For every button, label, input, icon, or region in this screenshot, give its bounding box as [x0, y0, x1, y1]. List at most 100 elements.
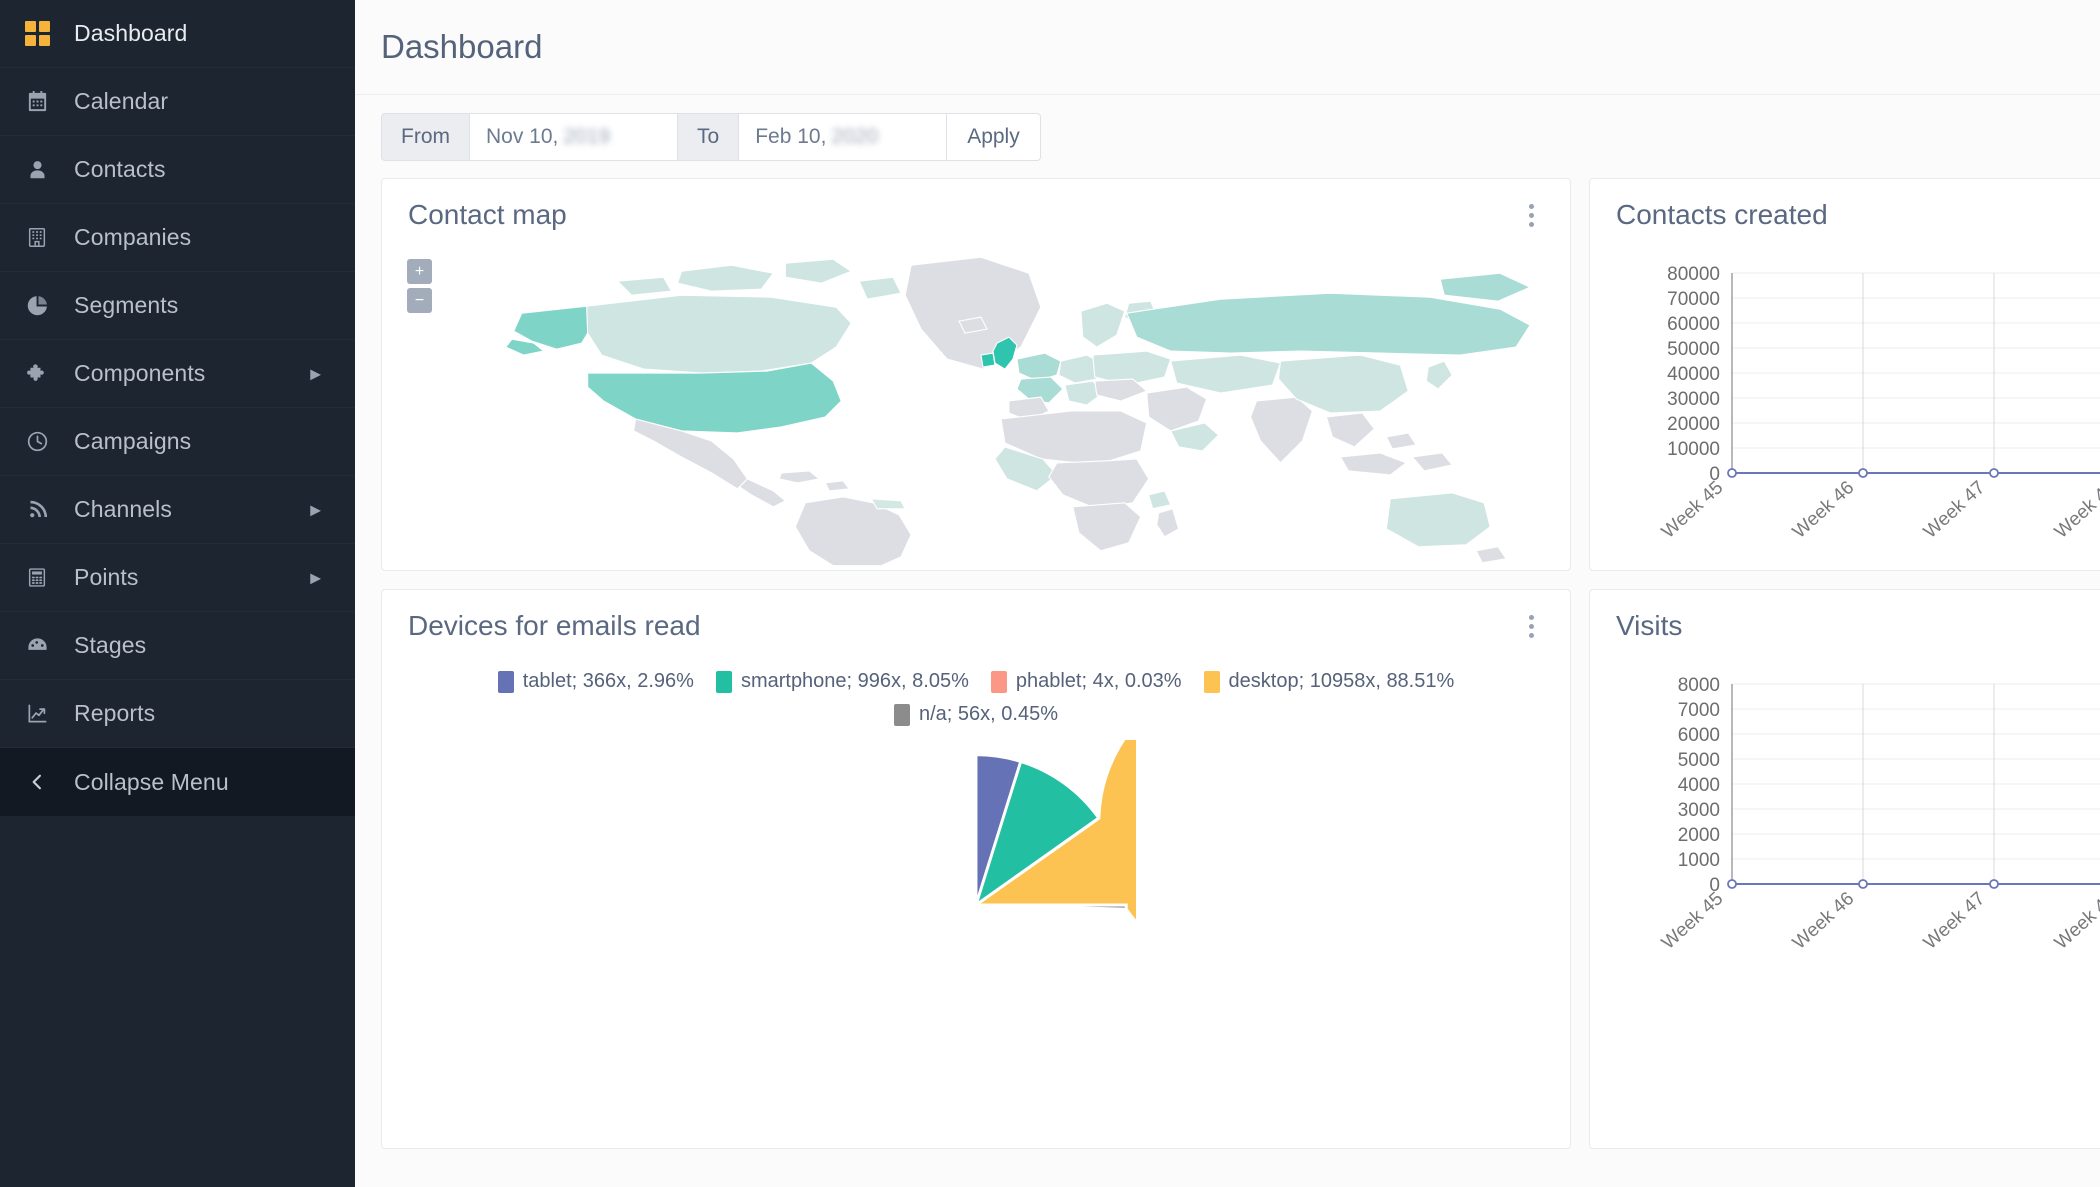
svg-text:4000: 4000: [1678, 775, 1720, 796]
sidebar-item-calendar[interactable]: Calendar: [0, 68, 355, 136]
svg-text:1000: 1000: [1678, 850, 1720, 871]
sidebar-item-segments[interactable]: Segments: [0, 272, 355, 340]
map-zoom-out-button[interactable]: −: [407, 288, 432, 313]
pie-chart-icon: [14, 294, 60, 317]
legend-swatch-tablet: [497, 670, 514, 693]
sidebar-item-label: Campaigns: [74, 428, 192, 454]
collapse-menu-label: Collapse Menu: [74, 768, 229, 795]
apply-button[interactable]: Apply: [947, 112, 1041, 161]
clock-icon: [14, 430, 60, 453]
contacts-created-svg: 80000 70000 60000 50000 40000 30000 2000…: [1658, 264, 2100, 543]
panel-title: Devices for emails read: [408, 610, 701, 641]
sidebar-item-label: Reports: [74, 700, 156, 726]
chevron-right-icon: ▶: [310, 501, 321, 517]
legend-label-smartphone: smartphone; 996x, 8.05%: [740, 670, 969, 692]
sidebar-item-label: Points: [74, 564, 139, 590]
svg-text:5000: 5000: [1678, 750, 1720, 771]
building-icon: [14, 226, 60, 249]
contact-map-header: Contact map: [382, 179, 1570, 251]
date-range-group: From Nov 10, 2019 To Feb 10, 2020 Apply: [381, 112, 1041, 161]
visits-chart: T: [1590, 662, 2100, 1142]
visits-header: Visits: [1590, 590, 2100, 662]
svg-text:2000: 2000: [1678, 825, 1720, 846]
svg-text:30000: 30000: [1667, 389, 1720, 410]
sidebar-item-contacts[interactable]: Contacts: [0, 136, 355, 204]
panel-title: Contacts created: [1616, 199, 1828, 230]
svg-text:8000: 8000: [1678, 675, 1720, 696]
sidebar-item-label: Companies: [74, 224, 192, 250]
devices-panel: Devices for emails read tablet; 366x, 2.…: [381, 589, 1571, 1149]
legend-item[interactable]: desktop; 10958x, 88.51%: [1203, 670, 1455, 693]
panel-menu-icon[interactable]: [1518, 606, 1544, 646]
legend-item[interactable]: smartphone; 996x, 8.05%: [715, 670, 969, 693]
sidebar-item-components[interactable]: Components ▶: [0, 340, 355, 408]
legend-label-phablet: phablet; 4x, 0.03%: [1015, 670, 1182, 692]
to-date-input[interactable]: Feb 10, 2020: [739, 112, 948, 161]
map-zoom-in-button[interactable]: +: [407, 259, 432, 284]
legend-item[interactable]: tablet; 366x, 2.96%: [497, 670, 694, 693]
sidebar-item-companies[interactable]: Companies: [0, 204, 355, 272]
calculator-icon: [14, 566, 60, 589]
contact-map-panel: Contact map + −: [381, 178, 1571, 571]
legend-label-na: n/a; 56x, 0.45%: [919, 703, 1058, 725]
chart-line-icon: [14, 702, 60, 725]
legend-item[interactable]: phablet; 4x, 0.03%: [990, 670, 1182, 693]
pie-slice-na: [975, 903, 1128, 911]
svg-text:Week 46: Week 46: [1789, 888, 1859, 954]
world-map-svg: [504, 256, 1532, 566]
svg-text:Week 46: Week 46: [1789, 477, 1859, 543]
panel-title: Visits: [1616, 610, 1683, 641]
sidebar-item-label: Contacts: [74, 156, 166, 182]
date-filter-bar: From Nov 10, 2019 To Feb 10, 2020 Apply: [355, 95, 2100, 178]
svg-text:50000: 50000: [1667, 339, 1720, 360]
sidebar-item-reports[interactable]: Reports: [0, 680, 355, 748]
svg-text:Week 45: Week 45: [1658, 477, 1728, 543]
sidebar-item-dashboard[interactable]: Dashboard: [0, 0, 355, 68]
svg-text:6000: 6000: [1678, 725, 1720, 746]
map-zoom-controls: + −: [407, 259, 432, 313]
from-label: From: [381, 112, 470, 161]
sidebar-item-channels[interactable]: Channels ▶: [0, 476, 355, 544]
chevron-right-icon: ▶: [310, 365, 321, 381]
sidebar-item-campaigns[interactable]: Campaigns: [0, 408, 355, 476]
svg-text:Week 45: Week 45: [1658, 888, 1728, 954]
visits-panel: Visits T: [1589, 589, 2100, 1149]
gauge-icon: [14, 634, 60, 657]
app-root: Dashboard Calendar Contacts Companies Se: [0, 0, 2100, 1187]
svg-text:70000: 70000: [1667, 289, 1720, 310]
world-map[interactable]: + −: [382, 251, 1570, 566]
legend-label-desktop: desktop; 10958x, 88.51%: [1228, 670, 1455, 692]
sidebar-item-label: Calendar: [74, 88, 169, 114]
panel-menu-icon[interactable]: [1518, 195, 1544, 235]
sidebar-item-points[interactable]: Points ▶: [0, 544, 355, 612]
sidebar-item-label: Stages: [74, 632, 147, 658]
page-title: Dashboard: [381, 28, 543, 65]
visits-svg: 8000 7000 6000 5000 4000 3000 2000 1000 …: [1658, 675, 2100, 954]
grid-icon: [14, 21, 60, 46]
devices-header: Devices for emails read: [382, 590, 1570, 662]
to-date-redacted: 2020: [831, 124, 879, 148]
to-date-value: Feb 10,: [755, 124, 827, 148]
contacts-created-header: Contacts created: [1590, 179, 2100, 251]
sidebar-item-label: Dashboard: [74, 20, 188, 46]
sidebar-item-stages[interactable]: Stages: [0, 612, 355, 680]
sidebar: Dashboard Calendar Contacts Companies Se: [0, 0, 355, 1187]
svg-text:60000: 60000: [1667, 314, 1720, 335]
devices-legend: tablet; 366x, 2.96% smartphone; 996x, 8.…: [382, 662, 1570, 726]
sidebar-item-label: Components: [74, 360, 206, 386]
svg-text:3000: 3000: [1678, 800, 1720, 821]
svg-text:7000: 7000: [1678, 700, 1720, 721]
to-label: To: [678, 112, 740, 161]
collapse-menu-button[interactable]: Collapse Menu: [0, 748, 355, 816]
svg-text:10000: 10000: [1667, 439, 1720, 460]
svg-text:20000: 20000: [1667, 414, 1720, 435]
from-date-input[interactable]: Nov 10, 2019: [470, 112, 678, 161]
sidebar-item-label: Segments: [74, 292, 179, 318]
svg-text:Week 47: Week 47: [1920, 888, 1990, 954]
user-icon: [14, 158, 60, 181]
legend-item[interactable]: n/a; 56x, 0.45%: [422, 703, 1530, 726]
legend-swatch-desktop: [1203, 670, 1220, 693]
devices-pie-svg[interactable]: [816, 740, 1136, 1070]
svg-text:Week 47: Week 47: [1920, 477, 1990, 543]
contacts-created-panel: Contacts created A: [1589, 178, 2100, 571]
